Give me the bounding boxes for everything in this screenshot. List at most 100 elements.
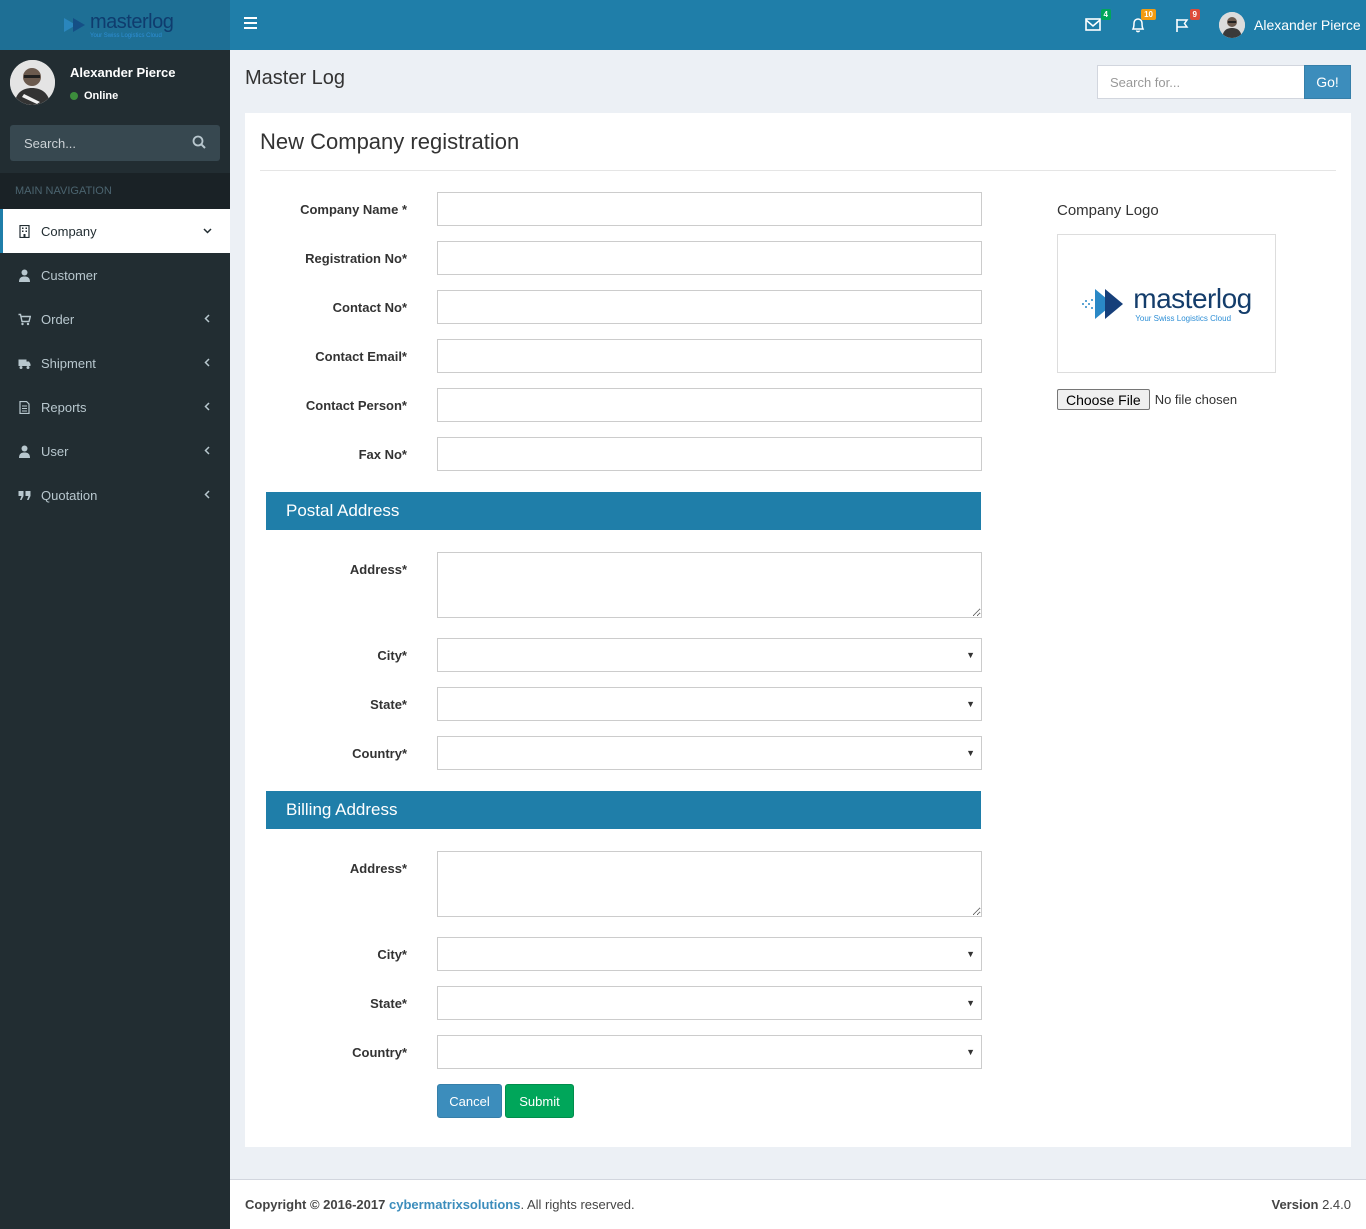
submit-button[interactable]: Submit <box>505 1084 574 1118</box>
sidebar-item-label: Order <box>41 311 75 327</box>
billing-country-label: Country* <box>352 1045 407 1060</box>
copyright-text: Copyright © 2016-2017 <box>245 1197 386 1212</box>
user-menu[interactable]: Alexander Pierce <box>1219 12 1361 38</box>
copyright: Copyright © 2016-2017 cybermatrixsolutio… <box>245 1197 635 1212</box>
billing-address-field[interactable] <box>437 851 982 917</box>
logo-tagline: Your Swiss Logistics Cloud <box>1135 313 1232 323</box>
nav-header: MAIN NAVIGATION <box>0 173 230 209</box>
company-name-field[interactable] <box>437 192 982 226</box>
registration-no-field[interactable] <box>437 241 982 275</box>
sidebar-item-label: Quotation <box>41 487 98 503</box>
chevron-left-icon <box>203 444 212 458</box>
sidebar-item-label: Company <box>41 223 97 239</box>
sidebar-toggle-icon[interactable] <box>244 17 258 31</box>
caret-down-icon: ▼ <box>966 998 975 1008</box>
top-user-name: Alexander Pierce <box>1254 17 1361 33</box>
company-logo-image: masterlog Your Swiss Logistics Cloud <box>1081 282 1252 323</box>
flag-icon <box>1176 19 1189 32</box>
building-icon <box>19 224 30 238</box>
avatar <box>10 60 55 105</box>
quote-icon <box>18 490 31 500</box>
contact-email-label: Contact Email* <box>315 349 407 364</box>
contact-no-label: Contact No* <box>332 300 407 315</box>
top-navbar: masterlog Your Swiss Logistics Cloud 4 1… <box>0 0 1366 50</box>
status-text: Online <box>84 90 119 102</box>
chevron-left-icon <box>203 356 212 370</box>
billing-country-select[interactable]: ▼ <box>437 1035 982 1069</box>
chevron-down-icon <box>203 224 212 238</box>
fax-no-label: Fax No* <box>358 447 407 462</box>
billing-address-label: Address* <box>349 861 407 876</box>
cancel-button[interactable]: Cancel <box>437 1084 502 1118</box>
version-value: 2.4.0 <box>1322 1197 1351 1212</box>
notifications-menu[interactable]: 10 <box>1130 9 1156 35</box>
sidebar-item-company[interactable]: Company <box>0 209 230 253</box>
logo-word: masterlog <box>1133 282 1252 314</box>
messages-menu[interactable]: 4 <box>1085 9 1111 35</box>
version: Version 2.4.0 <box>1271 1197 1351 1212</box>
sidebar-search <box>10 125 220 161</box>
registration-no-label: Registration No* <box>305 251 407 266</box>
postal-address-field[interactable] <box>437 552 982 618</box>
company-link[interactable]: cybermatrixsolutions <box>389 1197 521 1212</box>
file-input: Choose File No file chosen <box>1057 389 1237 410</box>
caret-down-icon: ▼ <box>966 949 975 959</box>
postal-state-select[interactable]: ▼ <box>437 687 982 721</box>
messages-count-badge: 4 <box>1100 9 1111 20</box>
go-button[interactable]: Go! <box>1304 65 1351 99</box>
avatar <box>1219 12 1245 38</box>
contact-no-field[interactable] <box>437 290 982 324</box>
sidebar-search-input[interactable] <box>10 125 180 161</box>
billing-state-select[interactable]: ▼ <box>437 986 982 1020</box>
sidebar-item-user[interactable]: User <box>0 429 230 473</box>
postal-city-label: City* <box>377 648 407 663</box>
postal-city-select[interactable]: ▼ <box>437 638 982 672</box>
caret-down-icon: ▼ <box>966 650 975 660</box>
caret-down-icon: ▼ <box>966 1047 975 1057</box>
logo-chevron-icon <box>62 16 88 34</box>
postal-address-label: Address* <box>349 562 407 577</box>
sidebar: Alexander Pierce Online MAIN NAVIGATION … <box>0 50 230 1229</box>
tasks-menu[interactable]: 9 <box>1174 9 1200 35</box>
contact-email-field[interactable] <box>437 339 982 373</box>
version-label: Version <box>1271 1197 1319 1212</box>
user-icon <box>19 445 30 458</box>
billing-address-heading: Billing Address <box>266 791 981 829</box>
sidebar-item-customer[interactable]: Customer <box>0 253 230 297</box>
no-file-text: No file chosen <box>1154 392 1238 407</box>
sidebar-item-order[interactable]: Order <box>0 297 230 341</box>
brand-logo[interactable]: masterlog Your Swiss Logistics Cloud <box>0 0 230 50</box>
sidebar-item-shipment[interactable]: Shipment <box>0 341 230 385</box>
postal-country-select[interactable]: ▼ <box>437 736 982 770</box>
contact-person-field[interactable] <box>437 388 982 422</box>
file-text-icon <box>19 400 30 414</box>
chevron-left-icon <box>203 488 212 502</box>
choose-file-button[interactable]: Choose File <box>1057 389 1150 410</box>
footer: Copyright © 2016-2017 cybermatrixsolutio… <box>230 1179 1366 1229</box>
sidebar-item-label: Shipment <box>41 355 96 371</box>
notifications-count-badge: 10 <box>1141 9 1156 20</box>
envelope-icon <box>1085 18 1101 31</box>
fax-no-field[interactable] <box>437 437 982 471</box>
sidebar-item-quotation[interactable]: Quotation <box>0 473 230 517</box>
postal-state-label: State* <box>370 697 407 712</box>
billing-city-select[interactable]: ▼ <box>437 937 982 971</box>
sidebar-item-label: User <box>41 443 69 459</box>
sidebar-search-button[interactable] <box>192 135 208 151</box>
content-search-input[interactable] <box>1097 65 1304 99</box>
contact-person-label: Contact Person* <box>305 398 407 413</box>
logo-chevron-icon <box>1081 287 1129 321</box>
caret-down-icon: ▼ <box>966 699 975 709</box>
brand-tagline: Your Swiss Logistics Cloud <box>90 32 162 39</box>
cart-icon <box>18 313 31 325</box>
sidebar-user-name: Alexander Pierce <box>70 65 176 80</box>
postal-country-label: Country* <box>352 746 407 761</box>
content-search: Go! <box>1097 65 1351 99</box>
page-title: Master Log <box>245 67 346 89</box>
sidebar-item-label: Customer <box>41 267 98 283</box>
status-dot-icon <box>70 92 78 100</box>
tasks-count-badge: 9 <box>1189 9 1200 20</box>
sidebar-item-reports[interactable]: Reports <box>0 385 230 429</box>
postal-address-heading: Postal Address <box>266 492 981 530</box>
billing-state-label: State* <box>370 996 407 1011</box>
